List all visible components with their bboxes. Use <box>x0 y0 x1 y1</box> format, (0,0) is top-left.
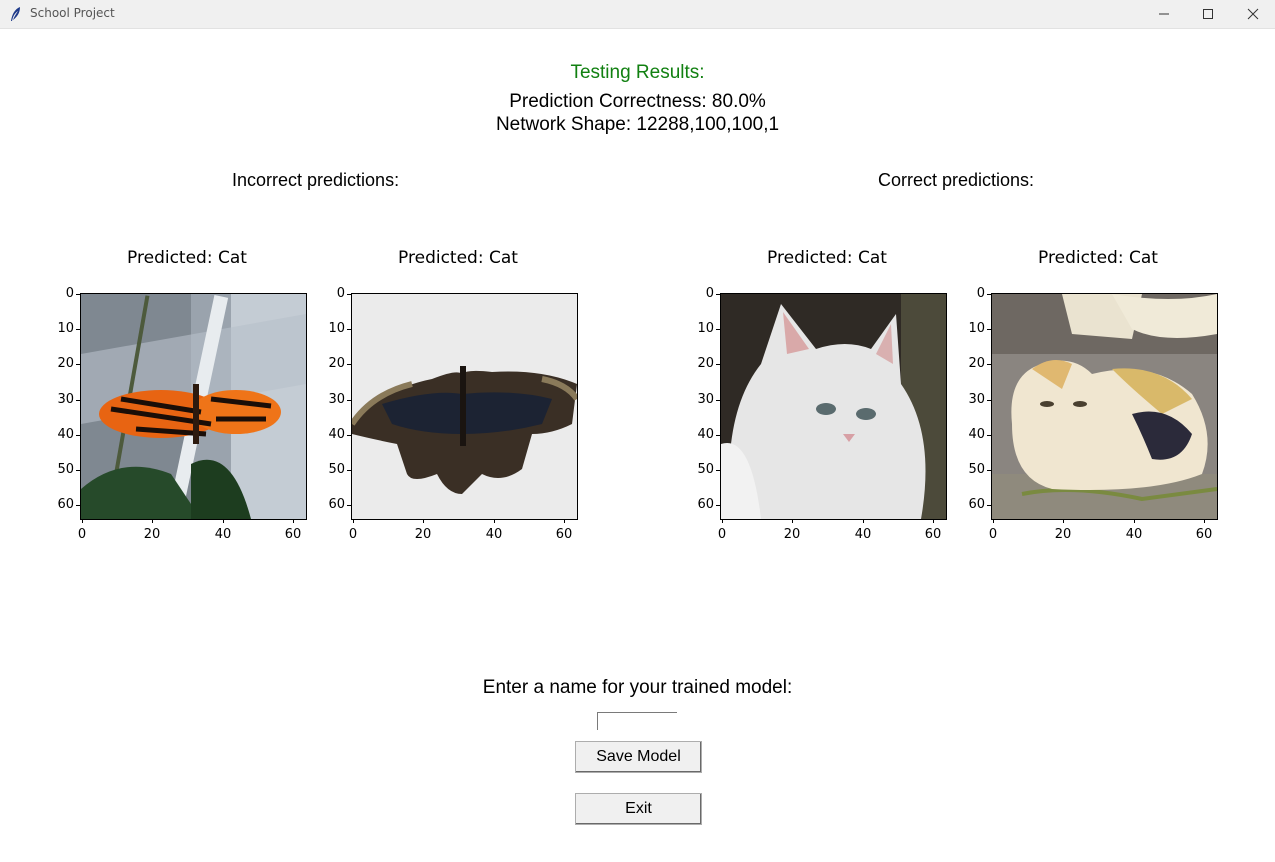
save-model-button[interactable]: Save Model <box>575 741 702 773</box>
window-titlebar: School Project <box>0 0 1275 29</box>
y-tick: 0 <box>65 286 74 301</box>
correct-predictions-label: Correct predictions: <box>878 170 1035 190</box>
feather-icon <box>9 6 23 22</box>
y-tick: 50 <box>968 462 985 477</box>
window-title: School Project <box>30 6 115 20</box>
y-tick: 40 <box>697 427 714 442</box>
white-cat-image <box>720 293 947 520</box>
prediction-plot-2: Predicted: Cat 0 10 20 30 40 50 60 0 20 … <box>323 245 593 545</box>
prediction-plot-4: Predicted: Cat 0 10 20 30 40 50 60 0 20 … <box>963 245 1233 545</box>
plot-title: Predicted: Cat <box>1038 248 1158 268</box>
orange-butterfly-image <box>80 293 307 520</box>
prediction-correctness: Prediction Correctness: 80.0% <box>509 91 766 112</box>
y-tick: 60 <box>328 497 345 512</box>
plot-title: Predicted: Cat <box>767 248 887 268</box>
prediction-plot-1: Predicted: Cat 0 10 20 30 40 50 60 0 20 … <box>52 245 322 545</box>
minimize-button[interactable] <box>1142 0 1186 28</box>
x-tick: 40 <box>214 527 232 542</box>
model-name-input[interactable] <box>597 712 677 730</box>
y-tick: 30 <box>328 392 345 407</box>
close-icon <box>1247 8 1259 20</box>
maximize-button[interactable] <box>1186 0 1230 28</box>
y-tick: 40 <box>57 427 74 442</box>
minimize-icon <box>1159 13 1169 15</box>
y-tick: 10 <box>328 321 345 336</box>
x-tick: 0 <box>348 527 358 542</box>
y-tick: 30 <box>697 392 714 407</box>
maximize-icon <box>1203 9 1213 19</box>
y-tick: 50 <box>328 462 345 477</box>
calico-cat-image <box>991 293 1218 520</box>
y-tick: 50 <box>57 462 74 477</box>
x-tick: 0 <box>77 527 87 542</box>
y-tick: 40 <box>328 427 345 442</box>
y-tick: 10 <box>968 321 985 336</box>
y-tick: 30 <box>57 392 74 407</box>
y-tick: 60 <box>57 497 74 512</box>
x-tick: 60 <box>924 527 942 542</box>
y-tick: 0 <box>976 286 985 301</box>
close-button[interactable] <box>1231 0 1275 28</box>
y-tick: 10 <box>697 321 714 336</box>
y-tick: 60 <box>968 497 985 512</box>
y-tick: 50 <box>697 462 714 477</box>
x-tick: 40 <box>1125 527 1143 542</box>
plot-title: Predicted: Cat <box>398 248 518 268</box>
x-tick: 20 <box>414 527 432 542</box>
y-tick: 40 <box>968 427 985 442</box>
exit-button[interactable]: Exit <box>575 793 702 825</box>
x-tick: 20 <box>783 527 801 542</box>
x-tick: 20 <box>1054 527 1072 542</box>
model-name-prompt: Enter a name for your trained model: <box>482 677 793 698</box>
incorrect-predictions-label: Incorrect predictions: <box>232 170 400 190</box>
y-tick: 20 <box>697 356 714 371</box>
dark-butterfly-image <box>351 293 578 520</box>
x-tick: 60 <box>555 527 573 542</box>
y-tick: 10 <box>57 321 74 336</box>
testing-results-heading: Testing Results: <box>570 62 705 83</box>
y-tick: 20 <box>968 356 985 371</box>
y-tick: 20 <box>328 356 345 371</box>
x-tick: 60 <box>284 527 302 542</box>
y-tick: 20 <box>57 356 74 371</box>
y-tick: 0 <box>705 286 714 301</box>
x-tick: 20 <box>143 527 161 542</box>
x-tick: 40 <box>485 527 503 542</box>
plot-title: Predicted: Cat <box>127 248 247 268</box>
y-tick: 60 <box>697 497 714 512</box>
network-shape: Network Shape: 12288,100,100,1 <box>495 114 780 135</box>
x-tick: 0 <box>988 527 998 542</box>
x-tick: 0 <box>717 527 727 542</box>
y-tick: 0 <box>336 286 345 301</box>
x-tick: 60 <box>1195 527 1213 542</box>
prediction-plot-3: Predicted: Cat 0 10 20 30 40 50 60 0 20 … <box>692 245 962 545</box>
y-tick: 30 <box>968 392 985 407</box>
x-tick: 40 <box>854 527 872 542</box>
